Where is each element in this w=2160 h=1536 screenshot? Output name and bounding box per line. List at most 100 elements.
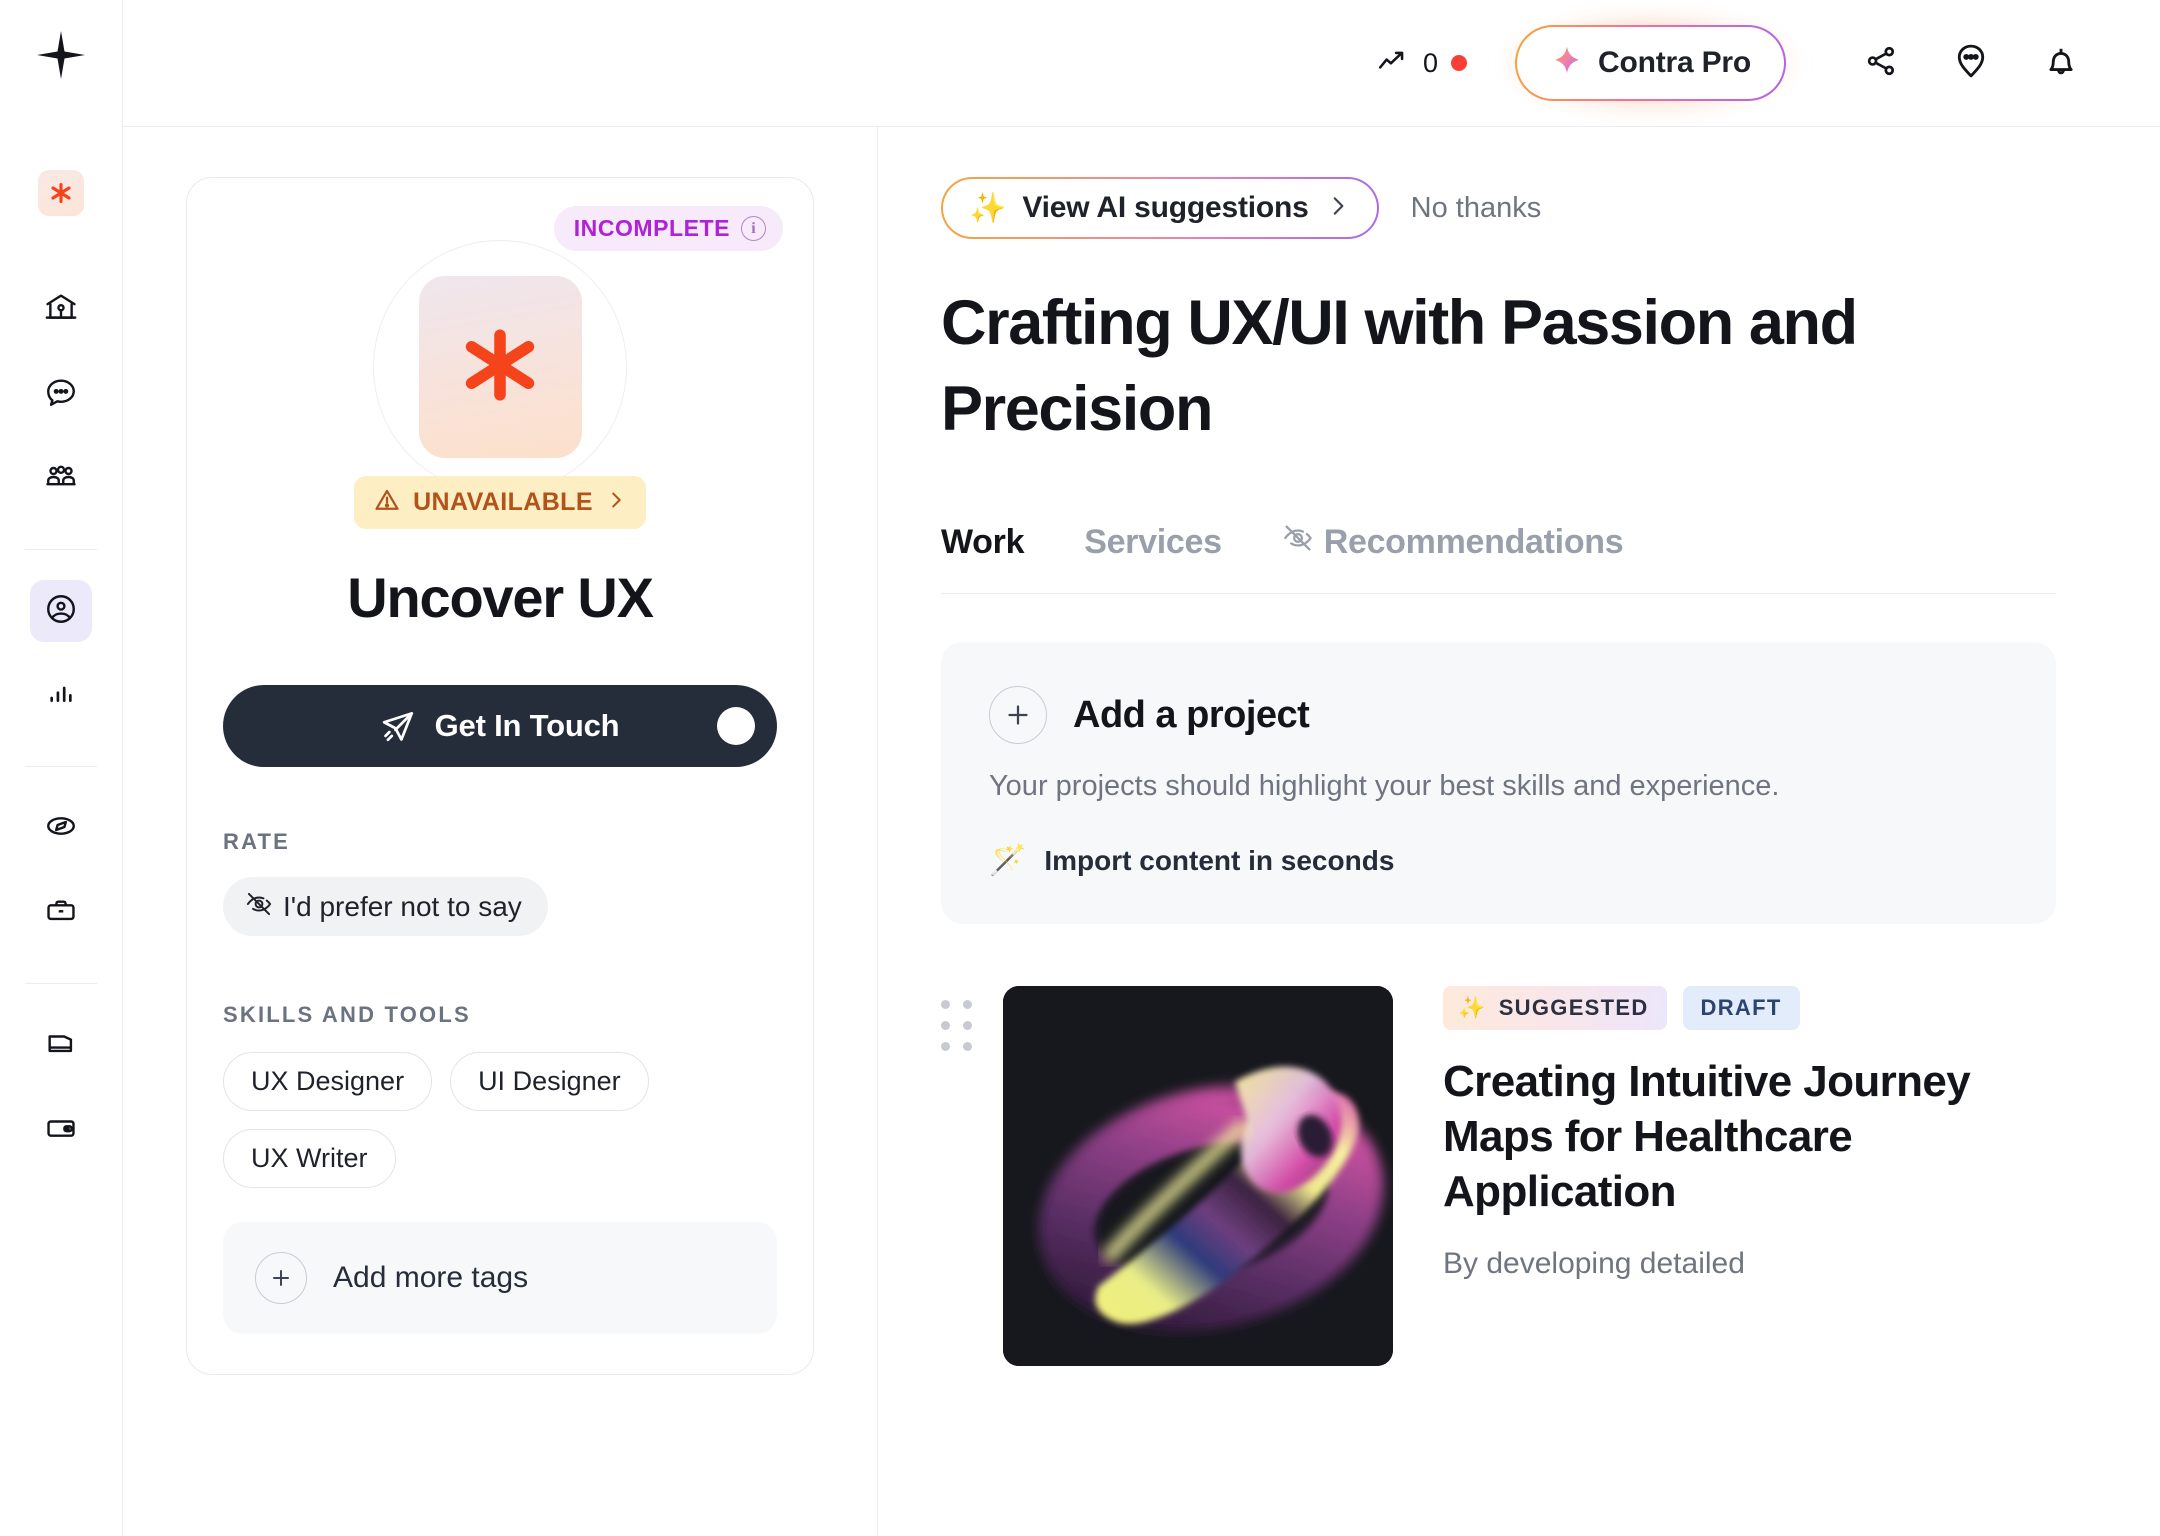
view-ai-suggestions-button[interactable]: ✨ View AI suggestions [941, 177, 1379, 239]
left-nav-rail [0, 0, 123, 1536]
sidebar-item-discover[interactable] [30, 797, 92, 859]
add-more-tags-button[interactable]: Add more tags [223, 1222, 777, 1334]
content-tabs: Work Services Recommendations [941, 522, 2056, 595]
paper-plane-icon [381, 708, 417, 744]
add-project-header: Add a project [989, 686, 2008, 745]
tab-services-label: Services [1084, 523, 1222, 562]
plus-circle-icon[interactable] [989, 686, 1047, 745]
people-group-icon [43, 459, 79, 500]
rate-value-chip[interactable]: I'd prefer not to say [223, 877, 548, 936]
avatar[interactable] [418, 276, 582, 458]
availability-label: UNAVAILABLE [413, 488, 593, 516]
sidebar-item-messages[interactable] [30, 363, 92, 425]
profile-card: INCOMPLETE i UNAVAILABLE Uncover UX Get … [186, 177, 814, 1375]
eye-off-icon [245, 890, 273, 923]
skill-chip[interactable]: UI Designer [450, 1052, 649, 1111]
notifications-button[interactable] [2030, 32, 2092, 94]
warning-triangle-icon [373, 486, 401, 519]
skills-section-label: SKILLS AND TOOLS [223, 1002, 471, 1027]
project-title[interactable]: Creating Intuitive Journey Maps for Heal… [1443, 1054, 2056, 1219]
sidebar-item-home[interactable] [30, 278, 92, 340]
abstract-3d-iridescent-torus-image [1003, 986, 1393, 1367]
tab-recommendations-label: Recommendations [1323, 523, 1624, 562]
tab-recommendations[interactable]: Recommendations [1282, 522, 1624, 563]
skill-chip[interactable]: UX Designer [223, 1052, 433, 1111]
briefcase-icon [44, 894, 78, 933]
skills-section: SKILLS AND TOOLS UX Designer UI Designer… [223, 1002, 777, 1334]
ai-suggestions-row: ✨ View AI suggestions No thanks [941, 177, 2056, 239]
home-icon [44, 290, 78, 329]
sidebar-item-analytics[interactable] [30, 665, 92, 727]
profile-headline: Crafting UX/UI with Passion and Precisio… [941, 288, 1858, 444]
sparkles-emoji: ✨ [969, 190, 1007, 226]
sparkle-four-point-icon [1550, 44, 1584, 83]
get-in-touch-knob[interactable] [717, 707, 755, 745]
page-title: Uncover UX [347, 566, 654, 629]
sparkles-emoji: ✨ [1458, 995, 1487, 1021]
sidebar-item-wallet[interactable] [30, 1099, 92, 1161]
project-badges: ✨ SUGGESTED DRAFT [1443, 986, 2056, 1031]
main-area: 0 Contra Pro INCOMPLETE i UNAVAILABLE Un… [123, 0, 2160, 1536]
profile-sidebar: INCOMPLETE i UNAVAILABLE Uncover UX Get … [123, 127, 878, 1536]
magic-wand-emoji: 🪄 [989, 843, 1027, 879]
contra-pro-label: Contra Pro [1597, 46, 1751, 79]
project-thumbnail[interactable] [1003, 986, 1393, 1367]
profile-views-indicator[interactable]: 0 [1376, 44, 1467, 83]
eye-off-icon [1282, 522, 1314, 563]
contra-logo-icon[interactable] [32, 26, 90, 84]
import-content-button[interactable]: 🪄 Import content in seconds [989, 843, 2008, 878]
user-circle-icon [44, 592, 78, 631]
rail-divider-3 [25, 983, 97, 984]
trending-up-icon [1376, 44, 1410, 83]
support-button[interactable] [1940, 32, 2002, 94]
sidebar-item-documents[interactable] [30, 1014, 92, 1076]
drag-handle-icon[interactable] [941, 986, 975, 1366]
status-dot [1450, 55, 1467, 71]
availability-badge[interactable]: UNAVAILABLE [354, 476, 646, 529]
sidebar-item-profile[interactable] [30, 580, 92, 642]
info-icon[interactable]: i [741, 216, 766, 241]
project-description: By developing detailed [1443, 1247, 1745, 1281]
top-bar: 0 Contra Pro [123, 0, 2160, 127]
tab-services[interactable]: Services [1084, 523, 1222, 562]
tab-work[interactable]: Work [941, 523, 1024, 562]
asterisk-avatar-icon [456, 321, 544, 414]
status-badge-draft: DRAFT [1682, 986, 1800, 1031]
rail-divider-2 [25, 766, 97, 767]
wallet-icon [44, 1111, 78, 1150]
avatar-zone: UNAVAILABLE [223, 240, 777, 529]
file-icon [44, 1026, 78, 1065]
project-list-item: ✨ SUGGESTED DRAFT Creating Intuitive Jou… [941, 986, 2056, 1367]
no-thanks-button[interactable]: No thanks [1411, 192, 1542, 225]
tab-work-label: Work [941, 523, 1025, 562]
skills-chip-list: UX Designer UI Designer UX Writer [223, 1052, 777, 1188]
import-content-label: Import content in seconds [1044, 844, 1395, 876]
rail-divider-1 [25, 549, 97, 550]
contra-pro-button[interactable]: Contra Pro [1501, 12, 1799, 114]
profile-views-count: 0 [1422, 47, 1438, 78]
chat-bubble-icon [44, 375, 78, 414]
bar-chart-icon [45, 678, 77, 715]
view-ai-suggestions-label: View AI suggestions [1022, 191, 1309, 224]
rate-section: RATE I'd prefer not to say [223, 829, 777, 936]
plus-circle-icon [255, 1252, 307, 1304]
rate-value: I'd prefer not to say [283, 890, 522, 922]
avatar-ring [373, 240, 627, 494]
profile-content: ✨ View AI suggestions No thanks Crafting… [878, 127, 2160, 1536]
add-more-tags-label: Add more tags [333, 1261, 529, 1294]
chevron-right-icon [1325, 193, 1351, 224]
asterisk-brand-icon[interactable] [38, 170, 84, 216]
get-in-touch-button[interactable]: Get In Touch [223, 685, 777, 767]
sidebar-item-community[interactable] [30, 448, 92, 510]
project-info: ✨ SUGGESTED DRAFT Creating Intuitive Jou… [1421, 986, 2056, 1366]
get-in-touch-label: Get In Touch [434, 708, 620, 743]
skill-chip[interactable]: UX Writer [223, 1129, 396, 1188]
share-nodes-icon [1863, 43, 1899, 84]
add-project-subtitle: Your projects should highlight your best… [989, 770, 1780, 803]
add-project-card[interactable]: Add a project Your projects should highl… [941, 642, 2056, 925]
compass-icon [44, 809, 78, 848]
bell-icon [2042, 42, 2080, 85]
share-button[interactable] [1850, 32, 1912, 94]
chat-dots-icon [1952, 42, 1990, 85]
sidebar-item-jobs[interactable] [30, 882, 92, 944]
